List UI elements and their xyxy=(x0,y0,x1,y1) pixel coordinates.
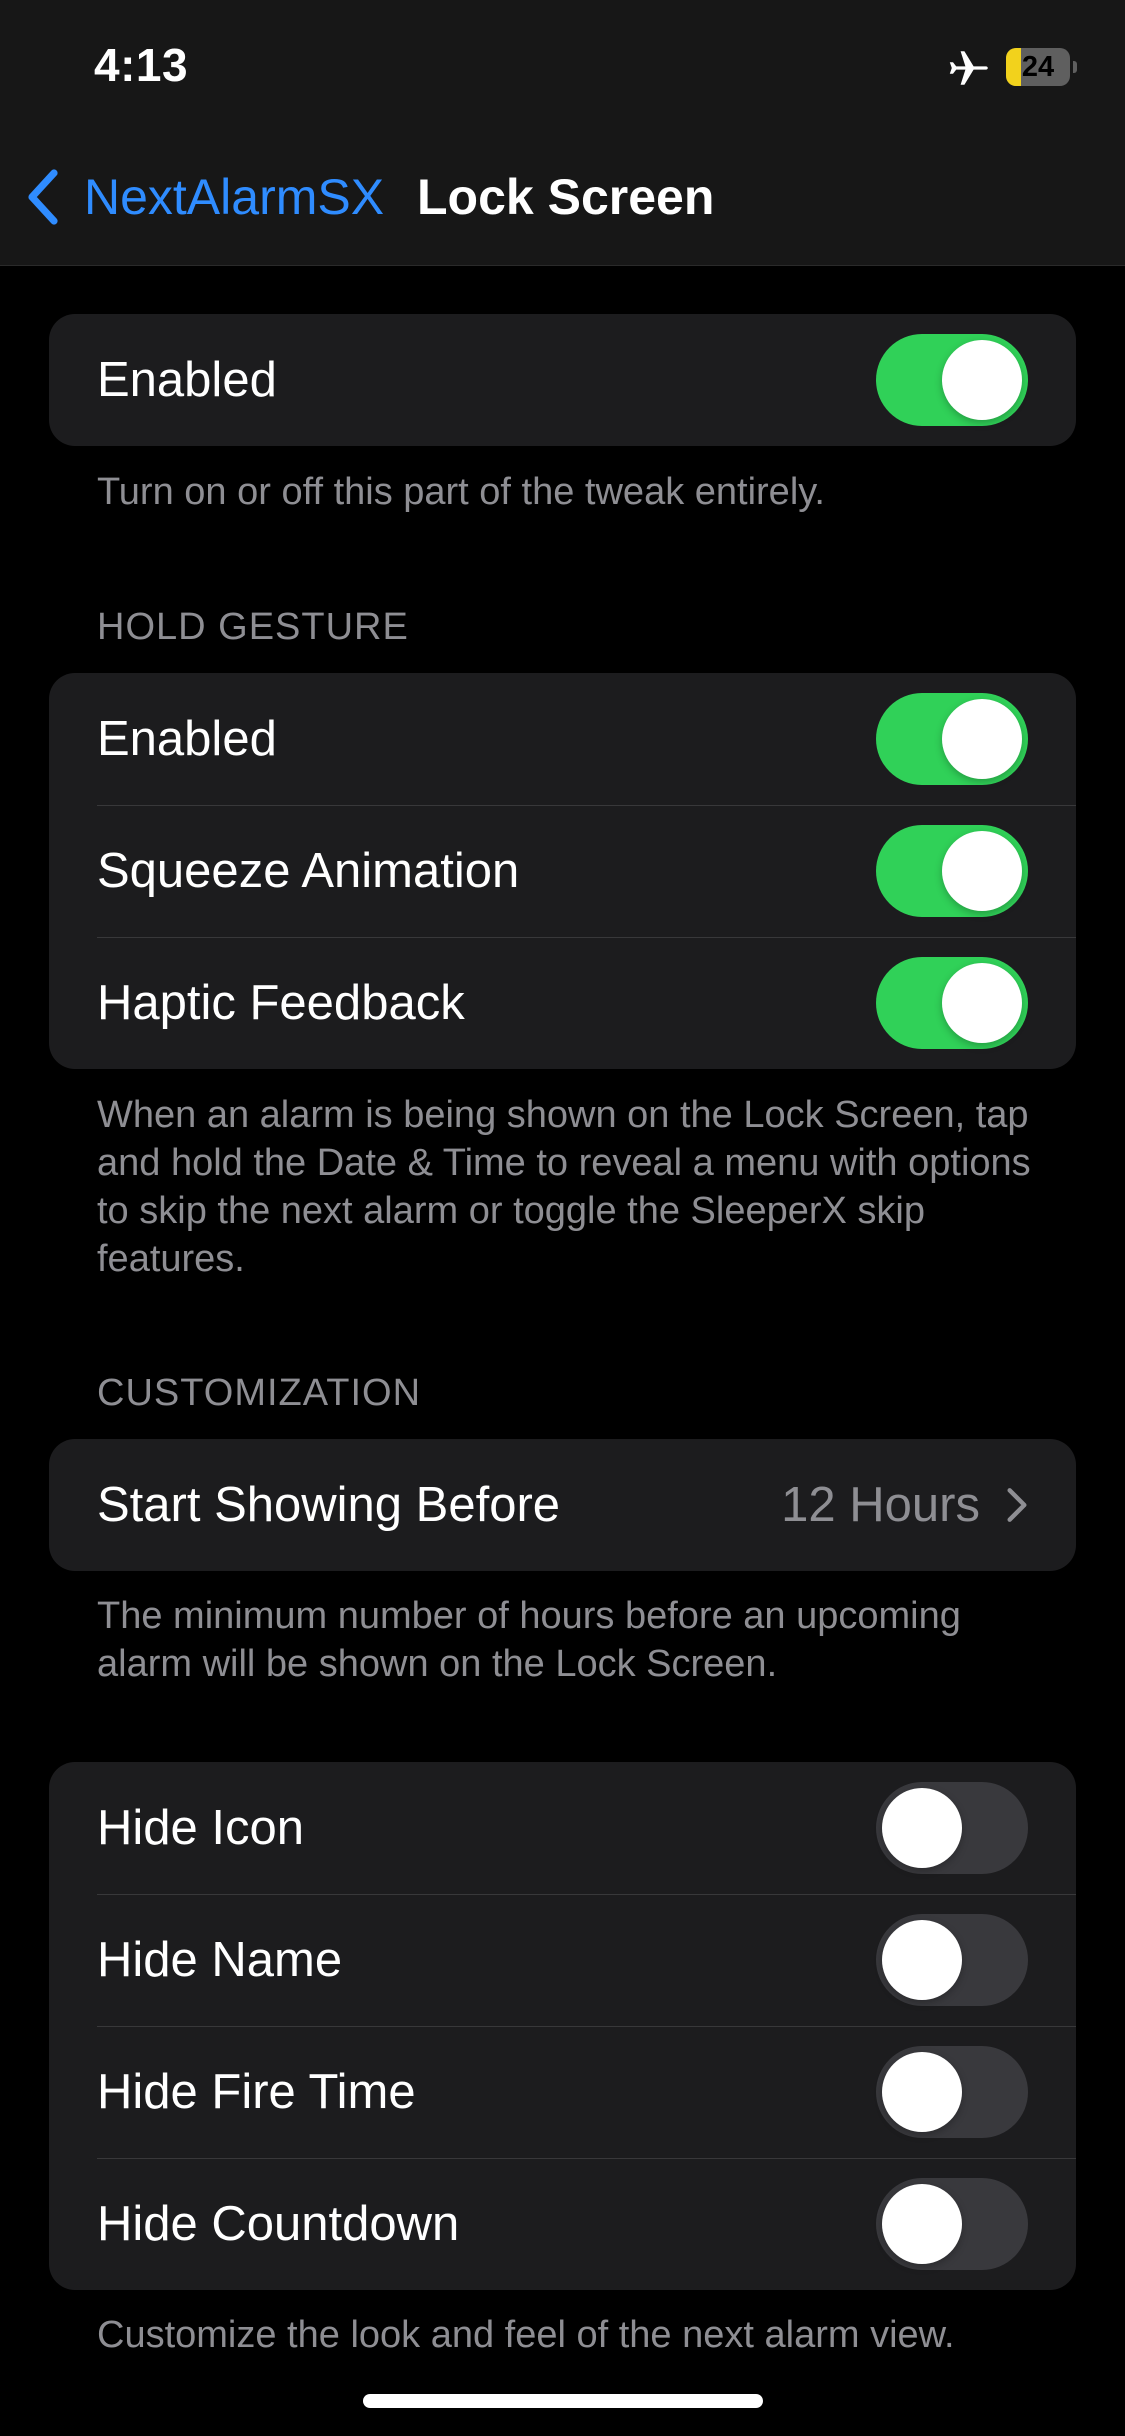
hide-countdown-toggle[interactable] xyxy=(876,2178,1028,2270)
start-showing-label: Start Showing Before xyxy=(97,1478,561,1532)
squeeze-animation-label: Squeeze Animation xyxy=(97,844,520,898)
hide-fire-time-label: Hide Fire Time xyxy=(97,2065,416,2119)
hide-name-toggle[interactable] xyxy=(876,1914,1028,2006)
toggle-knob xyxy=(882,2052,962,2132)
enabled-toggle[interactable] xyxy=(876,334,1028,426)
toggle-knob xyxy=(942,340,1022,420)
toggle-knob xyxy=(882,2184,962,2264)
toggle-knob xyxy=(942,699,1022,779)
toggle-knob xyxy=(882,1920,962,2000)
hide-fire-time-row: Hide Fire Time xyxy=(49,2026,1076,2158)
squeeze-animation-row: Squeeze Animation xyxy=(49,805,1076,937)
haptic-feedback-toggle[interactable] xyxy=(876,957,1028,1049)
squeeze-animation-toggle[interactable] xyxy=(876,825,1028,917)
page-title: Lock Screen xyxy=(417,169,715,225)
haptic-feedback-row: Haptic Feedback xyxy=(49,937,1076,1069)
back-button[interactable]: NextAlarmSX xyxy=(24,160,384,234)
hold-gesture-footer: When an alarm is being shown on the Lock… xyxy=(97,1094,1031,1280)
hide-icon-row: Hide Icon xyxy=(49,1762,1076,1894)
toggle-knob xyxy=(882,1788,962,1868)
hide-options-group: Hide Icon Hide Name Hide Fire Time Hide … xyxy=(49,1762,1076,2290)
toggle-knob xyxy=(942,963,1022,1043)
haptic-feedback-label: Haptic Feedback xyxy=(97,976,465,1030)
airplane-icon xyxy=(949,51,988,85)
start-showing-value: 12 Hours xyxy=(781,1478,980,1532)
toggle-knob xyxy=(942,831,1022,911)
hold-gesture-group: Enabled Squeeze Animation Haptic Feedbac… xyxy=(49,673,1076,1069)
hold-enabled-label: Enabled xyxy=(97,712,277,766)
enabled-label: Enabled xyxy=(97,353,277,407)
hide-name-label: Hide Name xyxy=(97,1933,343,1987)
hide-name-row: Hide Name xyxy=(49,1894,1076,2026)
customization-header: CUSTOMIZATION xyxy=(97,1372,422,1414)
customization-footer: The minimum number of hours before an up… xyxy=(97,1595,961,1685)
hide-icon-toggle[interactable] xyxy=(876,1782,1028,1874)
customization-group: Start Showing Before 12 Hours xyxy=(49,1439,1076,1571)
main-enable-footer: Turn on or off this part of the tweak en… xyxy=(97,471,825,513)
chevron-right-icon xyxy=(1007,1488,1027,1522)
hold-enabled-row: Enabled xyxy=(49,673,1076,805)
settings-screen: 4:13 24 NextAlarmSX Lock Screen Enabled xyxy=(0,0,1125,2436)
status-time: 4:13 xyxy=(94,39,189,91)
hide-options-footer: Customize the look and feel of the next … xyxy=(97,2314,955,2356)
battery-cap xyxy=(1073,61,1077,73)
home-indicator[interactable] xyxy=(363,2394,763,2408)
hide-countdown-label: Hide Countdown xyxy=(97,2197,460,2251)
hide-icon-label: Hide Icon xyxy=(97,1801,305,1855)
battery-level-text: 24 xyxy=(1021,51,1055,83)
chevron-back-icon xyxy=(28,169,58,225)
top-bar: 4:13 24 NextAlarmSX Lock Screen xyxy=(0,0,1125,266)
hide-fire-time-toggle[interactable] xyxy=(876,2046,1028,2138)
battery-body: 24 xyxy=(1006,48,1070,86)
hold-gesture-header: HOLD GESTURE xyxy=(97,606,409,648)
start-showing-row[interactable]: Start Showing Before 12 Hours xyxy=(49,1439,1076,1571)
battery-charging-icon: 24 xyxy=(1006,48,1077,86)
hold-enabled-toggle[interactable] xyxy=(876,693,1028,785)
main-enable-group: Enabled xyxy=(49,314,1076,446)
enabled-row: Enabled xyxy=(49,314,1076,446)
back-button-label: NextAlarmSX xyxy=(84,169,385,225)
hide-countdown-row: Hide Countdown xyxy=(49,2158,1076,2290)
